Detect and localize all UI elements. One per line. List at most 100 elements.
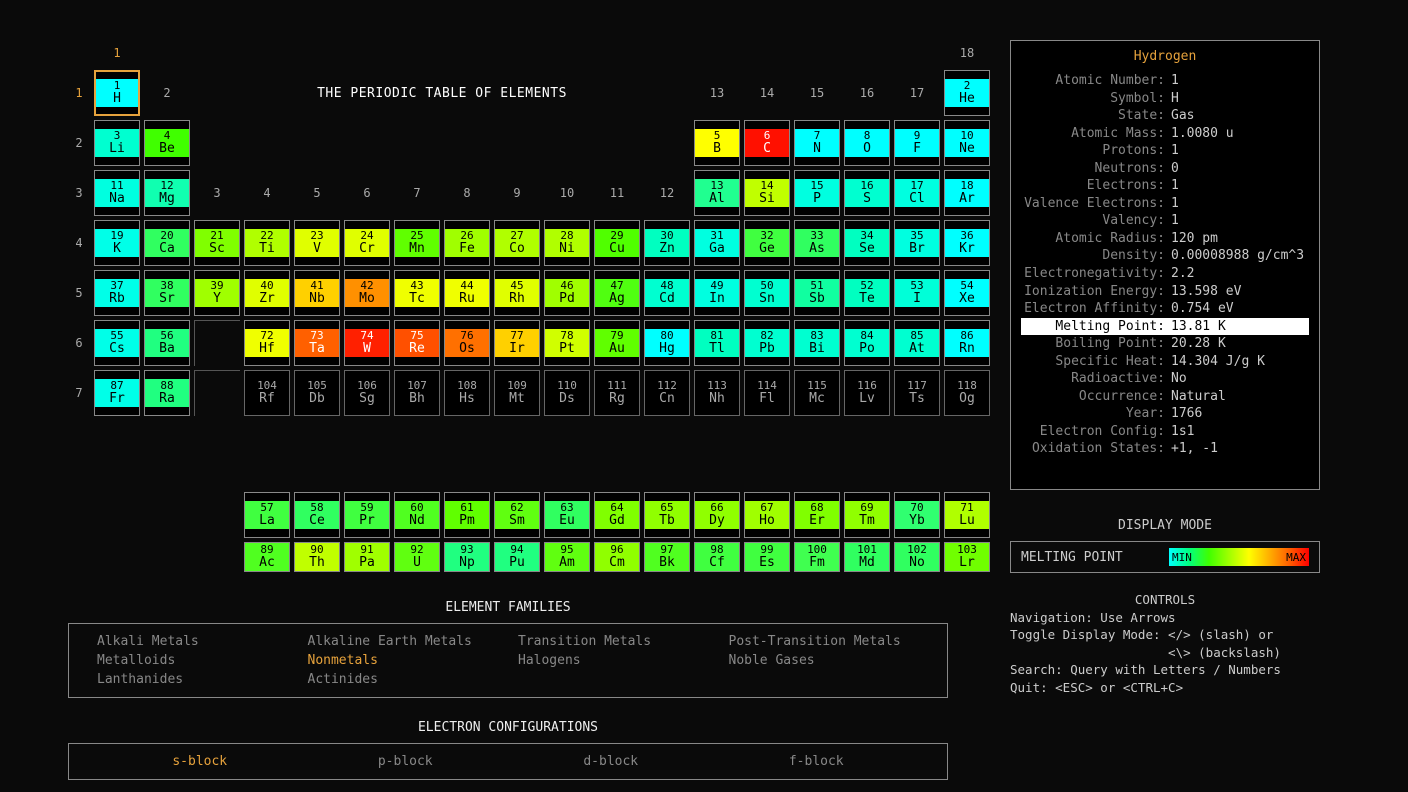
element-Og[interactable]: 118Og xyxy=(944,370,990,416)
family-metalloids[interactable]: Metalloids xyxy=(97,653,288,668)
element-Cm[interactable]: 96Cm xyxy=(594,542,640,572)
family-actinides[interactable]: Actinides xyxy=(308,672,499,687)
element-Ca[interactable]: 20Ca xyxy=(144,220,190,266)
element-As[interactable]: 33As xyxy=(794,220,840,266)
element-Rn[interactable]: 86Rn xyxy=(944,320,990,366)
element-Rg[interactable]: 111Rg xyxy=(594,370,640,416)
element-Hs[interactable]: 108Hs xyxy=(444,370,490,416)
family-alkaline-earth-metals[interactable]: Alkaline Earth Metals xyxy=(308,634,499,649)
element-Po[interactable]: 84Po xyxy=(844,320,890,366)
element-Ga[interactable]: 31Ga xyxy=(694,220,740,266)
element-Mc[interactable]: 115Mc xyxy=(794,370,840,416)
element-Sr[interactable]: 38Sr xyxy=(144,270,190,316)
element-Fr[interactable]: 87Fr xyxy=(94,370,140,416)
element-No[interactable]: 102No xyxy=(894,542,940,572)
element-Lv[interactable]: 116Lv xyxy=(844,370,890,416)
element-Ti[interactable]: 22Ti xyxy=(244,220,290,266)
element-Mo[interactable]: 42Mo xyxy=(344,270,390,316)
element-Cd[interactable]: 48Cd xyxy=(644,270,690,316)
element-Zr[interactable]: 40Zr xyxy=(244,270,290,316)
element-I[interactable]: 53I xyxy=(894,270,940,316)
element-Pu[interactable]: 94Pu xyxy=(494,542,540,572)
element-Db[interactable]: 105Db xyxy=(294,370,340,416)
block-p-block[interactable]: p-block xyxy=(378,754,433,769)
element-Sg[interactable]: 106Sg xyxy=(344,370,390,416)
element-Bk[interactable]: 97Bk xyxy=(644,542,690,572)
element-Mt[interactable]: 109Mt xyxy=(494,370,540,416)
element-P[interactable]: 15P xyxy=(794,170,840,216)
element-At[interactable]: 85At xyxy=(894,320,940,366)
element-Li[interactable]: 3Li xyxy=(94,120,140,166)
element-Cf[interactable]: 98Cf xyxy=(694,542,740,572)
element-Co[interactable]: 27Co xyxy=(494,220,540,266)
element-Mg[interactable]: 12Mg xyxy=(144,170,190,216)
family-noble-gases[interactable]: Noble Gases xyxy=(729,653,920,668)
element-Be[interactable]: 4Be xyxy=(144,120,190,166)
element-Ts[interactable]: 117Ts xyxy=(894,370,940,416)
element-Ce[interactable]: 58Ce xyxy=(294,492,340,538)
element-Eu[interactable]: 63Eu xyxy=(544,492,590,538)
element-Pb[interactable]: 82Pb xyxy=(744,320,790,366)
element-B[interactable]: 5B xyxy=(694,120,740,166)
block-d-block[interactable]: d-block xyxy=(583,754,638,769)
element-Pm[interactable]: 61Pm xyxy=(444,492,490,538)
element-Ta[interactable]: 73Ta xyxy=(294,320,340,366)
element-S[interactable]: 16S xyxy=(844,170,890,216)
element-Na[interactable]: 11Na xyxy=(94,170,140,216)
element-Rf[interactable]: 104Rf xyxy=(244,370,290,416)
element-Cs[interactable]: 55Cs xyxy=(94,320,140,366)
element-Br[interactable]: 35Br xyxy=(894,220,940,266)
element-K[interactable]: 19K xyxy=(94,220,140,266)
element-W[interactable]: 74W xyxy=(344,320,390,366)
element-Ag[interactable]: 47Ag xyxy=(594,270,640,316)
element-Pa[interactable]: 91Pa xyxy=(344,542,390,572)
element-Tb[interactable]: 65Tb xyxy=(644,492,690,538)
element-Md[interactable]: 101Md xyxy=(844,542,890,572)
element-Te[interactable]: 52Te xyxy=(844,270,890,316)
family-nonmetals[interactable]: Nonmetals xyxy=(308,653,499,668)
element-Sm[interactable]: 62Sm xyxy=(494,492,540,538)
element-Nb[interactable]: 41Nb xyxy=(294,270,340,316)
family-halogens[interactable]: Halogens xyxy=(518,653,709,668)
element-Fm[interactable]: 100Fm xyxy=(794,542,840,572)
periodic-table[interactable]: THE PERIODIC TABLE OF ELEMENTS1234567891… xyxy=(68,40,990,572)
element-Sb[interactable]: 51Sb xyxy=(794,270,840,316)
element-Pd[interactable]: 46Pd xyxy=(544,270,590,316)
element-Zn[interactable]: 30Zn xyxy=(644,220,690,266)
family-post-transition-metals[interactable]: Post-Transition Metals xyxy=(729,634,920,649)
block-s-block[interactable]: s-block xyxy=(172,754,227,769)
element-Ho[interactable]: 67Ho xyxy=(744,492,790,538)
element-Dy[interactable]: 66Dy xyxy=(694,492,740,538)
element-Np[interactable]: 93Np xyxy=(444,542,490,572)
element-O[interactable]: 8O xyxy=(844,120,890,166)
element-Ar[interactable]: 18Ar xyxy=(944,170,990,216)
element-Lr[interactable]: 103Lr xyxy=(944,542,990,572)
element-Kr[interactable]: 36Kr xyxy=(944,220,990,266)
element-Xe[interactable]: 54Xe xyxy=(944,270,990,316)
element-Nh[interactable]: 113Nh xyxy=(694,370,740,416)
element-Mn[interactable]: 25Mn xyxy=(394,220,440,266)
element-Nd[interactable]: 60Nd xyxy=(394,492,440,538)
family-transition-metals[interactable]: Transition Metals xyxy=(518,634,709,649)
family-alkali-metals[interactable]: Alkali Metals xyxy=(97,634,288,649)
element-Ru[interactable]: 44Ru xyxy=(444,270,490,316)
element-Ir[interactable]: 77Ir xyxy=(494,320,540,366)
element-Bh[interactable]: 107Bh xyxy=(394,370,440,416)
element-Gd[interactable]: 64Gd xyxy=(594,492,640,538)
element-Ni[interactable]: 28Ni xyxy=(544,220,590,266)
element-Al[interactable]: 13Al xyxy=(694,170,740,216)
element-Cl[interactable]: 17Cl xyxy=(894,170,940,216)
element-Rh[interactable]: 45Rh xyxy=(494,270,540,316)
element-Si[interactable]: 14Si xyxy=(744,170,790,216)
element-Ne[interactable]: 10Ne xyxy=(944,120,990,166)
element-La[interactable]: 57La xyxy=(244,492,290,538)
element-Hg[interactable]: 80Hg xyxy=(644,320,690,366)
element-Lu[interactable]: 71Lu xyxy=(944,492,990,538)
element-U[interactable]: 92U xyxy=(394,542,440,572)
display-mode-box[interactable]: MELTING POINT MIN MAX xyxy=(1010,541,1320,573)
element-In[interactable]: 49In xyxy=(694,270,740,316)
element-Ac[interactable]: 89Ac xyxy=(244,542,290,572)
element-Re[interactable]: 75Re xyxy=(394,320,440,366)
element-Se[interactable]: 34Se xyxy=(844,220,890,266)
element-Au[interactable]: 79Au xyxy=(594,320,640,366)
